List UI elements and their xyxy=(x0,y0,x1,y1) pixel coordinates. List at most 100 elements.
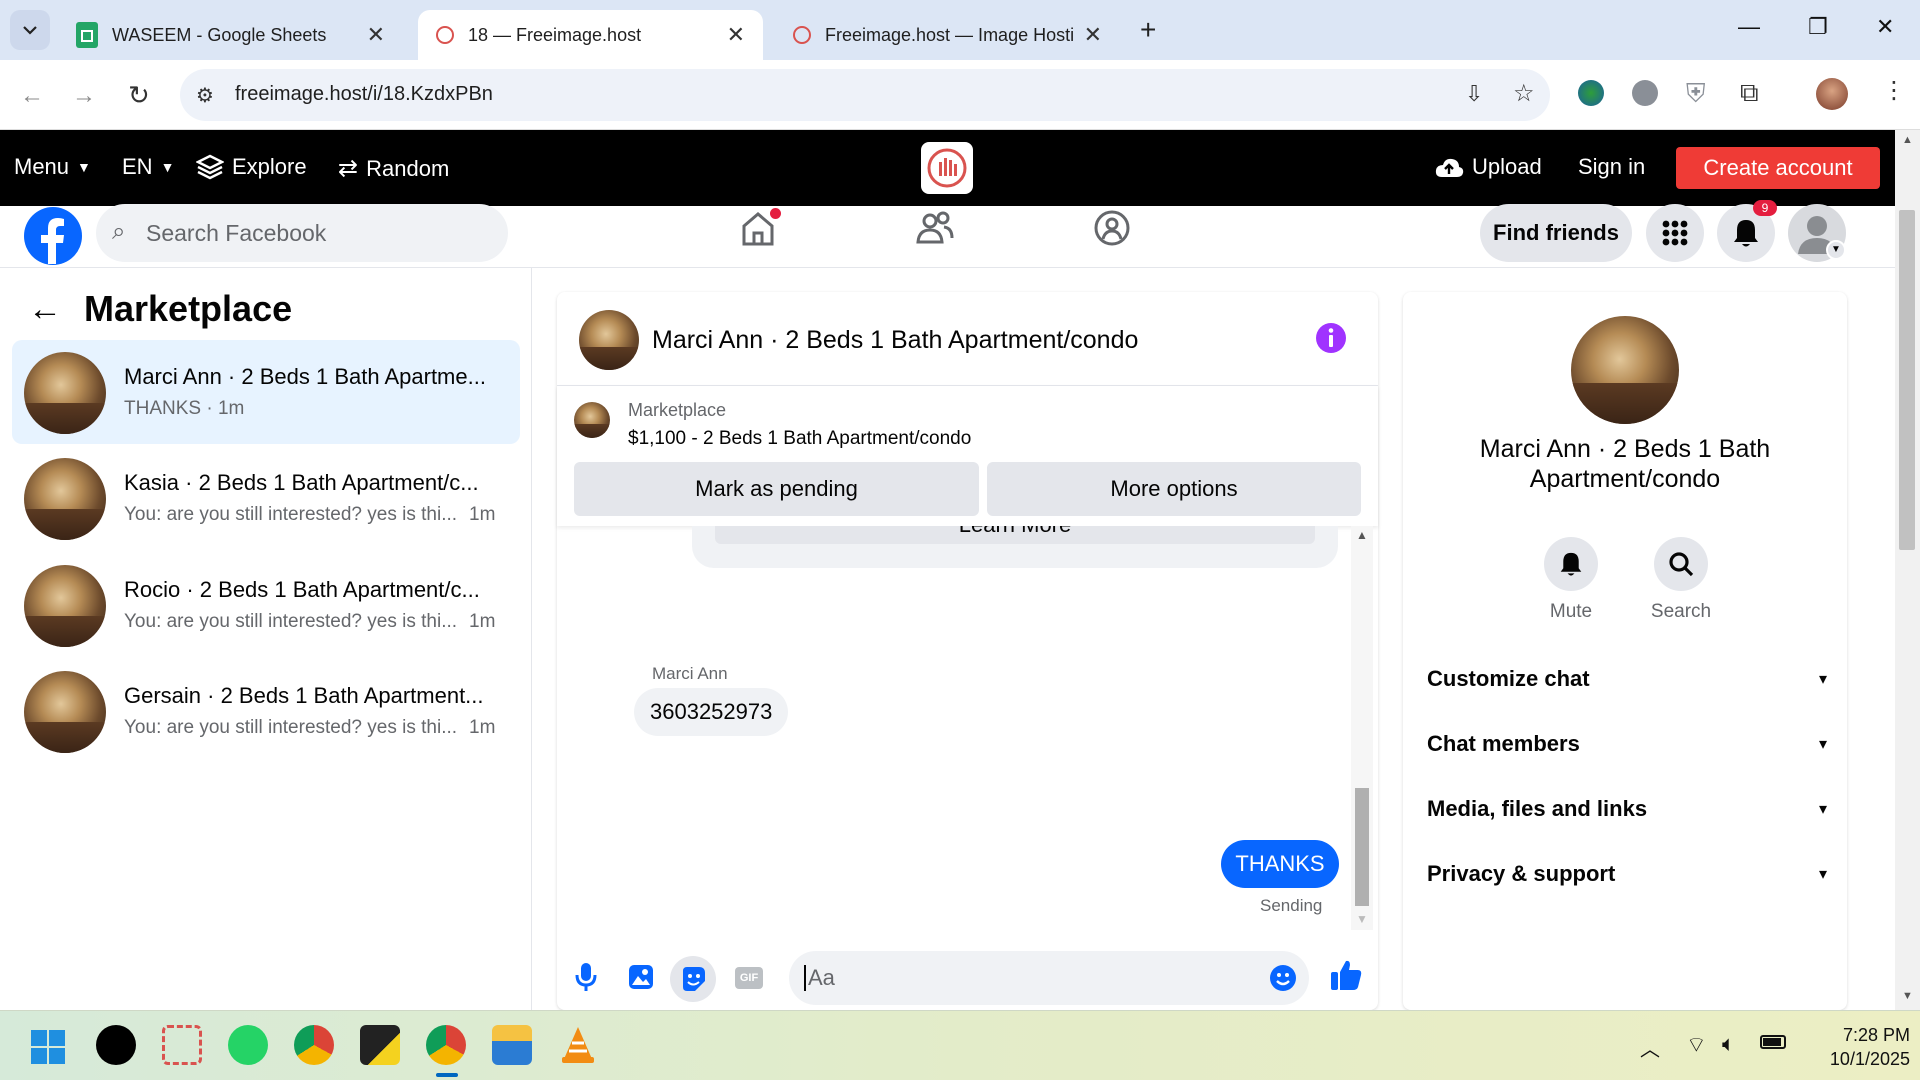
mark-as-pending-button[interactable]: Mark as pending xyxy=(574,462,979,516)
restore-icon[interactable]: ❐ xyxy=(1808,14,1828,40)
language-button[interactable]: EN ▼ xyxy=(122,154,174,180)
bookmark-star-icon[interactable]: ☆ xyxy=(1513,79,1535,108)
freeimage-logo[interactable] xyxy=(921,142,973,194)
close-tab-icon[interactable]: ✕ xyxy=(727,22,745,48)
conversation-item[interactable]: Gersain · 2 Beds 1 Bath Apartment... You… xyxy=(12,659,520,763)
thumbs-up-icon[interactable] xyxy=(1329,958,1363,992)
close-tab-icon[interactable]: ✕ xyxy=(1084,22,1102,48)
emoji-icon[interactable] xyxy=(1269,964,1297,992)
extension-globe-icon[interactable] xyxy=(1578,80,1604,106)
conversation-preview: You: are you still interested? yes is th… xyxy=(124,504,496,525)
reload-icon[interactable]: ↻ xyxy=(128,80,150,111)
wifi-icon[interactable]: ⌔ xyxy=(1686,1031,1707,1059)
conversation-name: Marci Ann · 2 Beds 1 Bath Apartme... xyxy=(124,364,486,389)
forward-icon[interactable]: → xyxy=(72,82,96,110)
customize-chat-section[interactable]: Customize chat ▾ xyxy=(1427,666,1827,692)
more-options-button[interactable]: More options xyxy=(987,462,1361,516)
back-icon[interactable]: ← xyxy=(20,82,44,110)
system-clock[interactable]: 7:28 PM 10/1/2025 xyxy=(1800,1023,1910,1071)
extensions-puzzle-icon[interactable]: ⧉ xyxy=(1740,77,1759,109)
vlc-icon[interactable] xyxy=(558,1025,598,1065)
message-input[interactable]: Aa xyxy=(789,951,1309,1005)
battery-icon[interactable] xyxy=(1760,1035,1786,1049)
sticker-button[interactable] xyxy=(670,956,716,1002)
back-arrow-icon[interactable]: ← xyxy=(28,290,62,329)
chat-members-section[interactable]: Chat members ▾ xyxy=(1427,731,1827,757)
learn-more-button[interactable]: Learn More xyxy=(715,526,1315,544)
extension-shield-icon[interactable]: ⛨ xyxy=(1686,78,1706,110)
profile-picture[interactable] xyxy=(1571,316,1679,424)
facebook-search-input[interactable]: ⌕ Search Facebook xyxy=(96,204,508,262)
clock-time: 7:28 PM xyxy=(1842,1025,1910,1045)
close-tab-icon[interactable]: ✕ xyxy=(367,22,385,48)
close-window-icon[interactable]: ✕ xyxy=(1876,14,1894,40)
outgoing-message-bubble[interactable]: THANKS xyxy=(1221,840,1339,888)
chat-title[interactable]: Marci Ann · 2 Beds 1 Bath Apartment/cond… xyxy=(652,326,1138,355)
profile-avatar[interactable] xyxy=(1816,78,1848,110)
groups-nav-icon[interactable] xyxy=(1092,208,1132,248)
privacy-support-section[interactable]: Privacy & support ▾ xyxy=(1427,861,1827,887)
conversation-item[interactable]: Rocio · 2 Beds 1 Bath Apartment/c... You… xyxy=(12,553,520,657)
scroll-down-arrow-icon[interactable]: ▼ xyxy=(1356,912,1368,926)
active-app-indicator xyxy=(436,1073,458,1077)
find-friends-button[interactable]: Find friends xyxy=(1480,204,1632,262)
chat-avatar[interactable] xyxy=(579,310,639,370)
listing-title[interactable]: $1,100 - 2 Beds 1 Bath Apartment/condo xyxy=(628,428,971,450)
menu-button[interactable]: Menu ▼ xyxy=(14,154,91,180)
section-label: Media, files and links xyxy=(1427,796,1648,821)
file-explorer-icon[interactable] xyxy=(492,1025,532,1065)
page-scrollbar[interactable]: ▲ ▼ xyxy=(1895,130,1920,1010)
conversation-item[interactable]: Marci Ann · 2 Beds 1 Bath Apartme... THA… xyxy=(12,340,520,444)
microphone-icon[interactable] xyxy=(574,962,598,992)
incoming-message-bubble[interactable]: 3603252973 xyxy=(634,688,789,736)
show-hidden-icons-chevron-icon[interactable]: ︿ xyxy=(1640,1033,1660,1062)
notifications-button[interactable]: 9 xyxy=(1717,200,1777,262)
address-bar[interactable]: ⚙ freeimage.host/i/18.KzdxPBn ⇩ ☆ xyxy=(180,69,1550,121)
search-in-conversation-button[interactable]: Search xyxy=(1641,537,1721,623)
create-account-button[interactable]: Create account xyxy=(1676,147,1880,189)
whatsapp-icon[interactable] xyxy=(228,1025,268,1065)
thread-scrollbar[interactable]: ▲ ▼ xyxy=(1351,526,1373,930)
scroll-up-arrow-icon[interactable]: ▲ xyxy=(1902,134,1913,146)
facebook-logo-icon[interactable] xyxy=(23,206,83,266)
windows-start-icon[interactable] xyxy=(30,1029,66,1065)
home-nav-icon[interactable] xyxy=(738,208,781,248)
random-link[interactable]: ⇄ Random xyxy=(338,154,449,183)
explore-link[interactable]: Explore xyxy=(196,154,307,180)
snipping-tool-icon[interactable] xyxy=(162,1025,202,1065)
mute-button[interactable]: Mute xyxy=(1542,537,1600,623)
chrome-icon[interactable] xyxy=(426,1025,466,1065)
install-icon[interactable]: ⇩ xyxy=(1465,81,1483,107)
chrome-profile-icon[interactable] xyxy=(294,1025,334,1065)
new-tab-button[interactable]: + xyxy=(1140,14,1156,46)
upload-button[interactable]: Upload xyxy=(1434,154,1542,180)
bell-icon xyxy=(1734,220,1758,247)
photo-icon[interactable] xyxy=(628,964,654,990)
media-files-links-section[interactable]: Media, files and links ▾ xyxy=(1427,796,1827,822)
url-text[interactable]: freeimage.host/i/18.KzdxPBn xyxy=(235,83,493,106)
extension-web-icon[interactable] xyxy=(1632,80,1658,106)
sign-in-link[interactable]: Sign in xyxy=(1578,154,1645,180)
scroll-thumb[interactable] xyxy=(1355,788,1369,906)
info-icon[interactable] xyxy=(1315,322,1347,354)
account-button[interactable]: ▼ xyxy=(1788,204,1846,262)
sticky-notes-icon[interactable] xyxy=(360,1025,400,1065)
listing-thumbnail[interactable] xyxy=(574,402,610,438)
tab-freeimage-active[interactable]: 18 — Freeimage.host ✕ xyxy=(418,10,763,60)
gif-icon[interactable]: GIF xyxy=(735,967,763,989)
tab-google-sheets[interactable]: WASEEM - Google Sheets ✕ xyxy=(58,10,403,60)
scroll-thumb[interactable] xyxy=(1899,210,1915,550)
friends-nav-icon[interactable] xyxy=(915,208,955,248)
tiktok-icon[interactable] xyxy=(96,1025,136,1065)
site-info-icon[interactable]: ⚙ xyxy=(196,83,214,108)
freeimage-favicon-icon xyxy=(793,26,811,44)
tab-search-button[interactable] xyxy=(10,10,50,50)
minimize-icon[interactable]: — xyxy=(1738,14,1760,40)
scroll-up-arrow-icon[interactable]: ▲ xyxy=(1356,528,1368,542)
conversation-item[interactable]: Kasia · 2 Beds 1 Bath Apartment/c... You… xyxy=(12,446,520,550)
menu-grid-button[interactable] xyxy=(1646,204,1704,262)
volume-icon[interactable]: 🔈︎ xyxy=(1722,1031,1735,1057)
scroll-down-arrow-icon[interactable]: ▼ xyxy=(1902,990,1913,1002)
tab-freeimage-hosting[interactable]: Freeimage.host — Image Hostin ✕ xyxy=(775,10,1120,60)
chrome-menu-icon[interactable]: ⋮ xyxy=(1882,76,1906,105)
